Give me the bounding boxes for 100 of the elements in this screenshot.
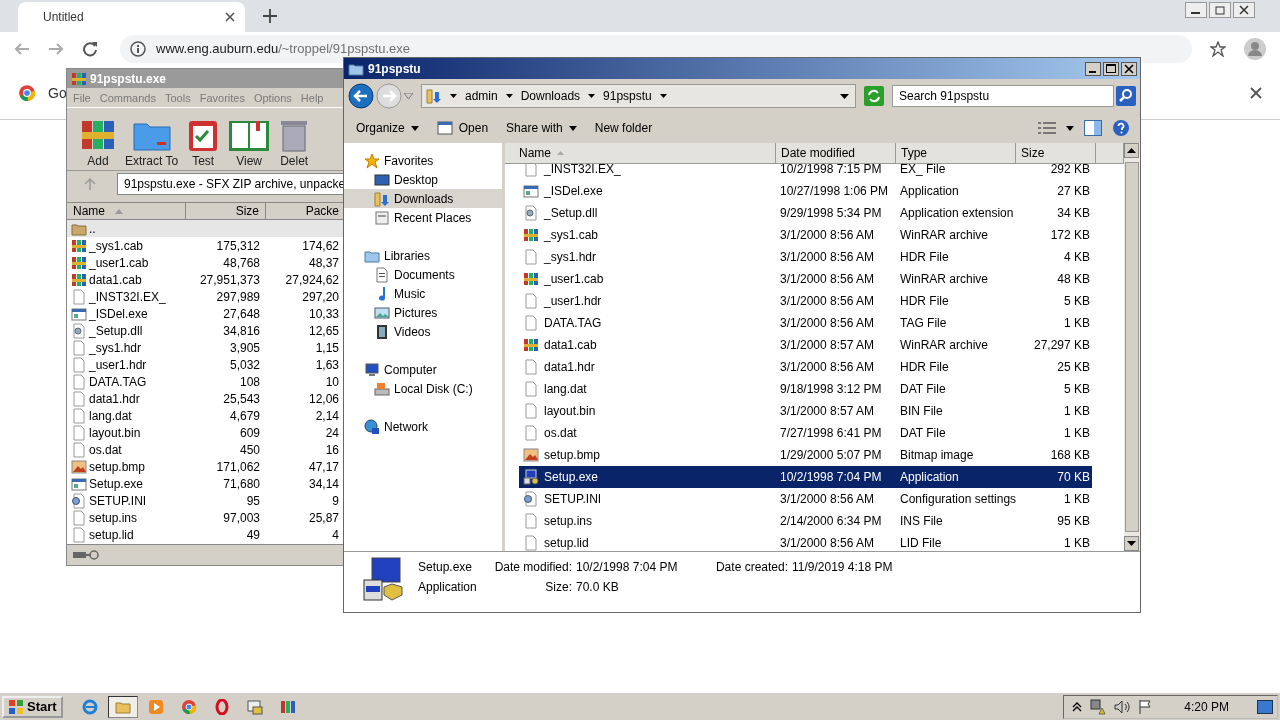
refresh-icon[interactable] [864, 86, 884, 106]
search-field[interactable]: Search 91pspstu [892, 85, 1114, 107]
nav-item[interactable]: Desktop [344, 170, 502, 189]
star-icon[interactable] [1210, 41, 1226, 57]
nav-item[interactable]: Music [344, 284, 502, 303]
file-name[interactable]: setup.lid [89, 527, 134, 542]
file-row[interactable]: layout.bin 3/1/2000 8:57 AM BIN File 1 KB [519, 400, 1092, 422]
column-header[interactable]: Date modified [776, 143, 896, 164]
nav-item[interactable]: Pictures [344, 303, 502, 322]
toolbar-button[interactable]: Organize [352, 119, 423, 137]
profile-icon[interactable] [1244, 38, 1266, 60]
file-row[interactable]: _sys1.cab 3/1/2000 8:56 AM WinRAR archive 172 KB [519, 224, 1092, 246]
file-row[interactable]: setup.lid 3/1/2000 8:56 AM LID File 1 KB [519, 532, 1092, 551]
nav-item[interactable]: Videos [344, 322, 502, 341]
scrollbar[interactable] [1124, 143, 1140, 551]
file-row[interactable]: lang.dat 9/18/1998 3:12 PM DAT File 5 KB [519, 378, 1092, 400]
minimize-icon[interactable] [1185, 2, 1207, 18]
toolbar-button[interactable]: Extract To [123, 108, 181, 170]
nav-item[interactable]: Favorites [344, 151, 502, 170]
file-row[interactable]: os.dat 7/27/1998 6:41 PM DAT File 1 KB [519, 422, 1092, 444]
breadcrumb-item[interactable]: Downloads [520, 89, 581, 103]
file-name[interactable]: _sys1.hdr [89, 340, 142, 355]
file-row[interactable]: _INST32I.EX_ 10/2/1998 7:15 PM EX_ File 292 KB [519, 164, 1092, 180]
path-field[interactable]: 91pspstu.exe - SFX ZIP archive, unpacke [117, 173, 345, 195]
file-name[interactable]: SETUP.INI [89, 493, 147, 508]
plus-icon[interactable] [263, 9, 277, 23]
column-header[interactable]: Size [1016, 143, 1096, 164]
file-name[interactable]: .. [89, 221, 96, 236]
preview-pane-icon[interactable] [1084, 120, 1102, 136]
file-row[interactable]: setup.bmp 1/29/2000 5:07 PM Bitmap image 168 KB [519, 444, 1092, 466]
show-desktop-icon[interactable] [1257, 699, 1273, 714]
nav-item[interactable]: Libraries [344, 246, 502, 265]
nav-item[interactable]: Computer [344, 360, 502, 379]
toolbar-button[interactable]: View [226, 108, 273, 170]
dropdown-caret-icon[interactable] [404, 93, 413, 99]
toolbar-button[interactable]: Delet [278, 108, 311, 170]
taskbar-button[interactable] [107, 695, 138, 718]
toolbar-button[interactable]: Add [79, 108, 117, 170]
file-name[interactable]: lang.dat [89, 408, 132, 423]
nav-item[interactable]: Recent Places [344, 208, 502, 227]
chevron-up-icon[interactable] [1072, 701, 1083, 712]
help-icon[interactable] [1112, 119, 1130, 137]
scroll-down-icon[interactable] [1124, 536, 1139, 551]
browser-tab[interactable]: Untitled [18, 2, 245, 32]
caret-icon[interactable] [505, 94, 513, 98]
file-row[interactable]: _ISDel.exe 10/27/1998 1:06 PM Application 27 KB [519, 180, 1092, 202]
nav-item[interactable]: Downloads [344, 189, 502, 208]
file-row[interactable]: Setup.exe 10/2/1998 7:04 PM Application 70 KB [519, 466, 1092, 488]
toolbar-button[interactable]: New folder [590, 119, 657, 137]
file-name[interactable]: layout.bin [89, 425, 141, 440]
file-name[interactable]: os.dat [89, 442, 122, 457]
info-icon[interactable] [130, 41, 146, 57]
maximize-icon[interactable] [1103, 61, 1119, 76]
file-row[interactable]: data1.hdr 3/1/2000 8:56 AM HDR File 25 KB [519, 356, 1092, 378]
address-bar[interactable]: admin Downloads 91pspstu [421, 84, 856, 108]
toolbar-button[interactable]: Share with [502, 119, 581, 137]
file-row[interactable]: setup.ins 2/14/2000 6:34 PM INS File 95 KB [519, 510, 1092, 532]
search-icon[interactable] [1116, 86, 1136, 106]
caret-icon[interactable] [840, 93, 849, 99]
file-name[interactable]: _user1.cab [89, 255, 149, 270]
nav-item[interactable]: Documents [344, 265, 502, 284]
file-row[interactable]: DATA.TAG 3/1/2000 8:56 AM TAG File 1 KB [519, 312, 1092, 334]
toolbar-button[interactable]: Open [432, 118, 493, 138]
column-header[interactable]: Name [505, 143, 776, 164]
file-name[interactable]: data1.hdr [89, 391, 140, 406]
close-icon[interactable] [1250, 86, 1262, 99]
file-name[interactable]: _sys1.cab [89, 238, 144, 253]
speaker-icon[interactable] [1114, 698, 1131, 715]
reload-icon[interactable] [82, 41, 98, 57]
file-name[interactable]: data1.cab [89, 272, 142, 287]
file-name[interactable]: _INST32I.EX_ [89, 289, 166, 304]
close-icon[interactable] [1233, 2, 1255, 18]
file-row[interactable]: data1.cab 3/1/2000 8:57 AM WinRAR archive 27,297 KB [519, 334, 1092, 356]
column-header[interactable]: Type [896, 143, 1016, 164]
breadcrumb-item[interactable]: 91pspstu [603, 89, 652, 103]
close-icon[interactable] [1121, 61, 1137, 76]
start-button[interactable]: Start [2, 695, 63, 718]
network-icon[interactable] [1090, 698, 1107, 715]
scroll-up-icon[interactable] [1124, 143, 1139, 158]
file-row[interactable]: _Setup.dll 9/29/1998 5:34 PM Application extension 34 KB [519, 202, 1092, 224]
file-row[interactable]: _sys1.hdr 3/1/2000 8:56 AM HDR File 4 KB [519, 246, 1092, 268]
caret-icon[interactable] [659, 94, 667, 98]
file-name[interactable]: DATA.TAG [89, 374, 147, 389]
file-row[interactable]: SETUP.INI 3/1/2000 8:56 AM Configuration settings 1 KB [519, 488, 1092, 510]
caret-icon[interactable] [1066, 125, 1074, 131]
close-icon[interactable] [225, 12, 235, 22]
view-list-icon[interactable] [1038, 121, 1056, 135]
file-name[interactable]: setup.bmp [89, 459, 146, 474]
file-name[interactable]: Setup.exe [89, 476, 144, 491]
caret-icon[interactable] [450, 94, 457, 98]
nav-item[interactable]: Network [344, 417, 502, 436]
toolbar-button[interactable]: Test [186, 108, 221, 170]
file-row[interactable]: _user1.hdr 3/1/2000 8:56 AM HDR File 5 KB [519, 290, 1092, 312]
caret-icon[interactable] [588, 94, 596, 98]
minimize-icon[interactable] [1085, 61, 1101, 76]
nav-item[interactable]: Local Disk (C:) [344, 379, 502, 398]
breadcrumb-item[interactable]: admin [465, 89, 498, 103]
file-name[interactable]: _ISDel.exe [89, 306, 148, 321]
file-row[interactable]: _user1.cab 3/1/2000 8:56 AM WinRAR archive 48 KB [519, 268, 1092, 290]
file-name[interactable]: setup.ins [89, 510, 138, 525]
